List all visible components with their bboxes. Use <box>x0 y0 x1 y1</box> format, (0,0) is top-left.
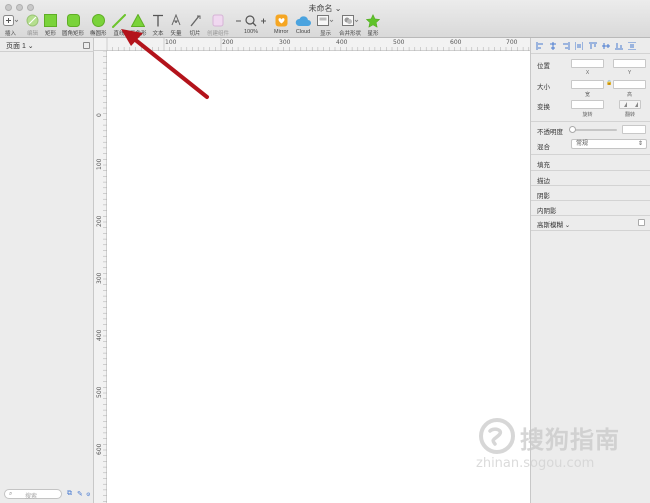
distribute-vertical-icon[interactable] <box>628 42 636 50</box>
align-middle-icon[interactable] <box>602 42 610 50</box>
align-bottom-icon[interactable] <box>615 42 623 50</box>
separator <box>531 185 650 186</box>
align-center-icon[interactable] <box>549 42 557 50</box>
align-left-icon[interactable] <box>536 42 544 50</box>
height-field[interactable] <box>613 80 646 89</box>
separator <box>531 215 650 216</box>
opacity-slider[interactable] <box>571 129 617 131</box>
flip-buttons[interactable] <box>619 100 641 109</box>
lock-icon[interactable]: 🔒 <box>606 80 612 86</box>
y-label: Y <box>627 70 632 76</box>
separator <box>531 200 650 201</box>
watermark-url: zhinan.sogou.com <box>476 456 595 471</box>
size-label: 大小 <box>537 84 550 91</box>
gaussian-blur-section[interactable]: 高斯模糊 ⌄ <box>537 219 570 229</box>
separator <box>531 230 650 231</box>
separator <box>531 154 650 155</box>
opacity-slider-knob[interactable] <box>569 126 576 133</box>
opacity-label: 不透明度 <box>537 129 563 136</box>
chevron-updown-icon: ⇕ <box>637 141 643 147</box>
position-label: 位置 <box>537 63 550 70</box>
flip-label: 翻转 <box>624 112 635 118</box>
height-label: 高 <box>626 92 632 98</box>
watermark-brand: 搜狗指南 <box>520 426 620 454</box>
width-field[interactable] <box>571 80 604 89</box>
transform-label: 变换 <box>537 104 550 111</box>
blending-label: 混合 <box>537 144 550 151</box>
separator <box>531 121 650 122</box>
inner-shadow-section[interactable]: 内阴影 <box>537 205 557 215</box>
width-label: 宽 <box>584 92 590 98</box>
fill-section[interactable]: 填充 <box>537 159 550 169</box>
gaussian-blur-checkbox[interactable] <box>638 219 645 226</box>
x-field[interactable] <box>571 59 604 68</box>
shadow-section[interactable]: 阴影 <box>537 190 550 200</box>
border-section[interactable]: 描边 <box>537 175 550 185</box>
blending-select[interactable]: 常规 ⇕ <box>571 139 647 149</box>
rotate-field[interactable] <box>571 100 604 109</box>
y-field[interactable] <box>613 59 646 68</box>
x-label: X <box>585 70 590 76</box>
rotate-label: 旋转 <box>582 112 593 118</box>
flip-icon <box>624 102 638 107</box>
watermark: 搜狗指南 zhinan.sogou.com <box>470 418 640 478</box>
opacity-field[interactable] <box>622 125 646 134</box>
sogou-logo-icon <box>479 418 515 454</box>
alignment-toolbar <box>531 38 650 54</box>
align-right-icon[interactable] <box>562 42 570 50</box>
separator <box>531 170 650 171</box>
align-top-icon[interactable] <box>589 42 597 50</box>
distribute-horizontal-icon[interactable] <box>575 42 583 50</box>
